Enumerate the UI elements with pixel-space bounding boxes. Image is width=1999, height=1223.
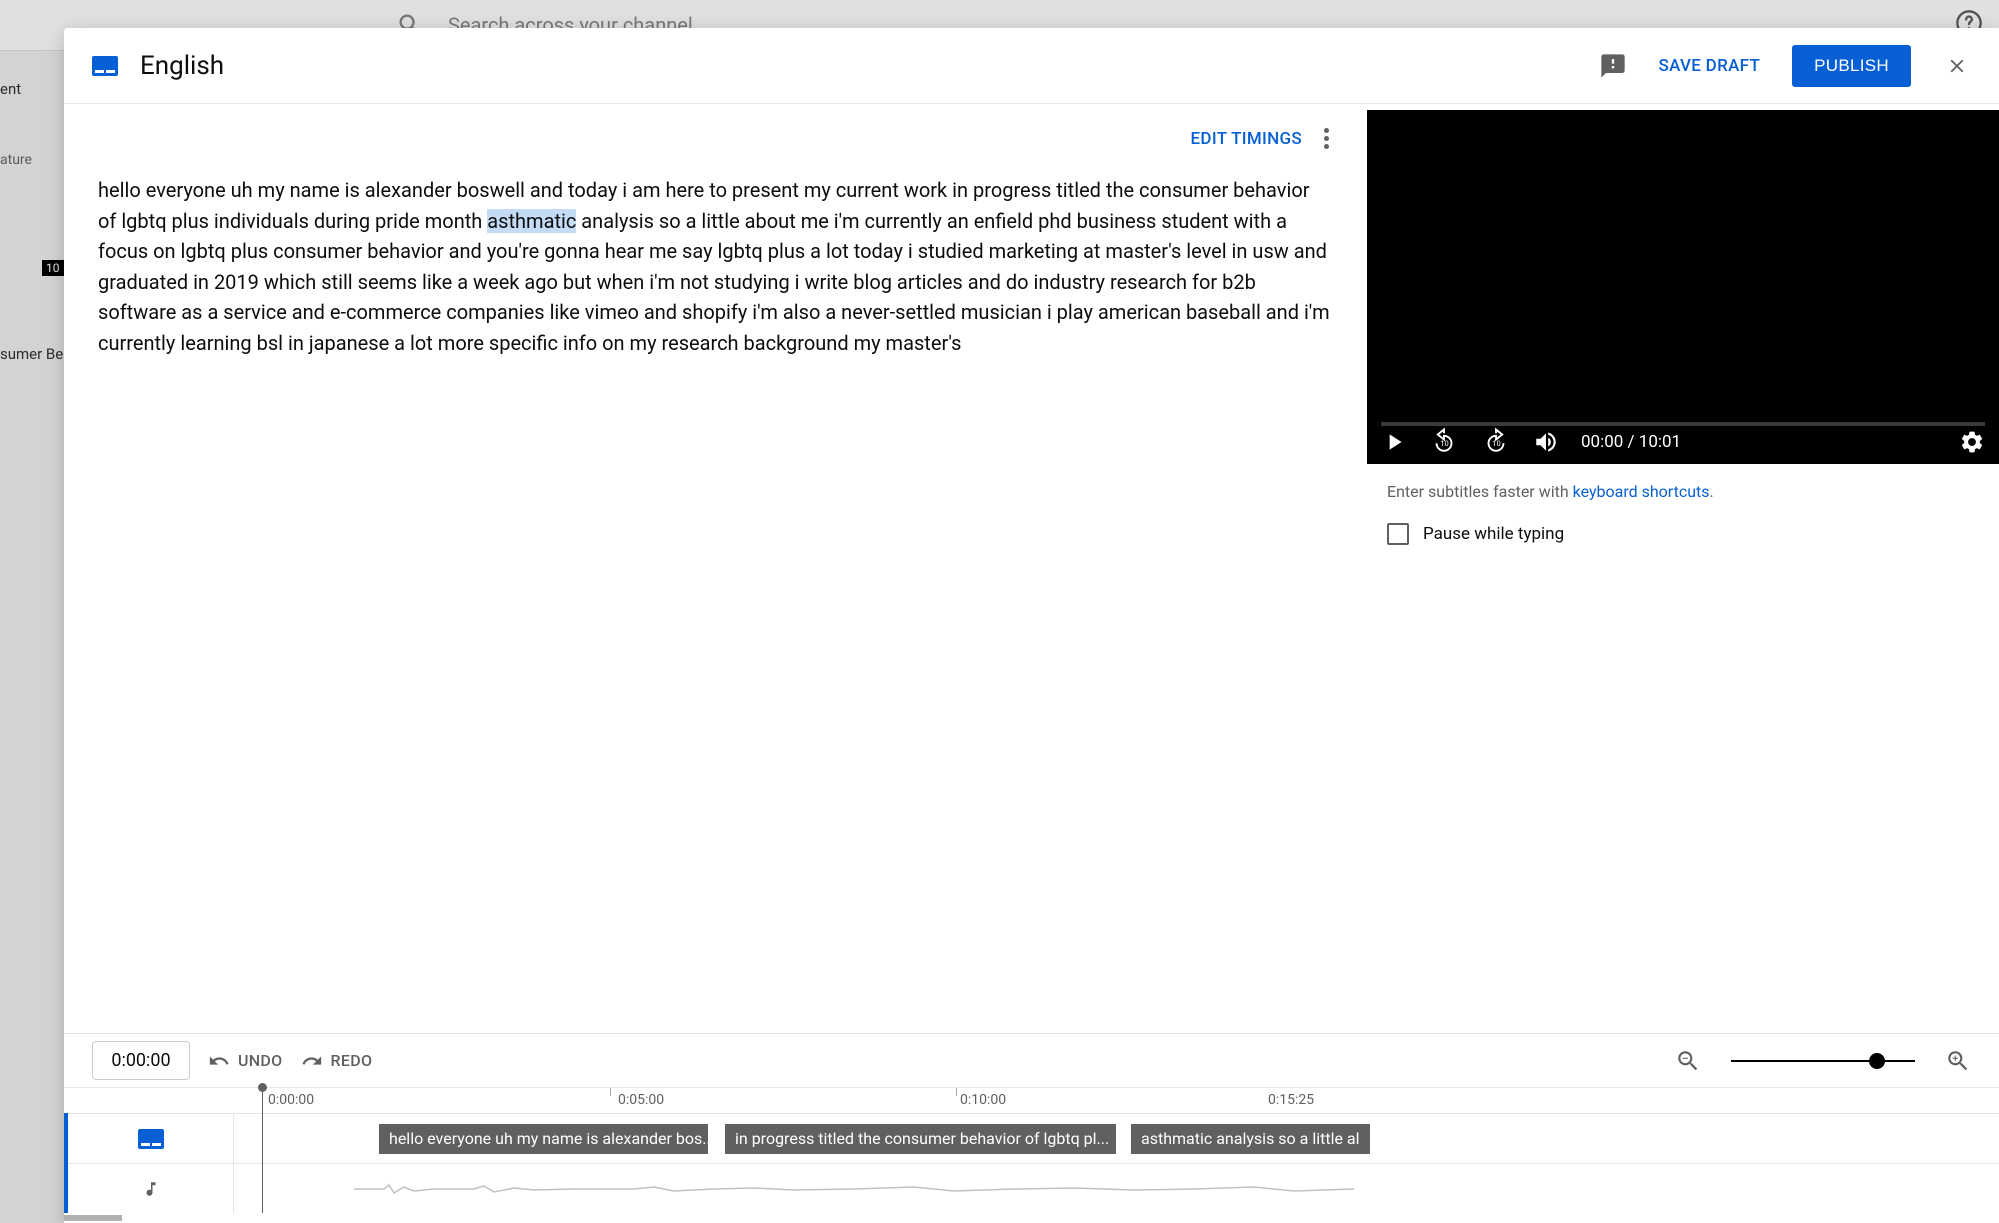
modal-body: EDIT TIMINGS hello everyone uh my name i… bbox=[64, 104, 1999, 1033]
redo-button[interactable]: REDO bbox=[301, 1050, 373, 1072]
preview-column: 10 10 00:00 / 10:01 Enter subtitles fast… bbox=[1365, 104, 1999, 1033]
publish-button[interactable]: PUBLISH bbox=[1792, 45, 1911, 87]
volume-icon[interactable] bbox=[1533, 429, 1559, 455]
editor-toolbar: EDIT TIMINGS bbox=[64, 104, 1365, 165]
subtitle-editor-modal: English SAVE DRAFT PUBLISH EDIT TIMINGS … bbox=[64, 28, 1999, 1223]
pause-while-typing-row: Pause while typing bbox=[1365, 511, 1999, 557]
ruler-mark: 0:05:00 bbox=[618, 1092, 664, 1108]
timeline-area: 0:00:00 0:05:00 0:10:00 0:15:25 hello ev… bbox=[64, 1087, 1999, 1213]
video-controls: 10 10 00:00 / 10:01 bbox=[1367, 420, 1999, 464]
modal-header: English SAVE DRAFT PUBLISH bbox=[64, 28, 1999, 104]
zoom-in-icon[interactable] bbox=[1945, 1048, 1971, 1074]
audio-track-icon-cell[interactable] bbox=[68, 1163, 233, 1213]
zoom-slider[interactable] bbox=[1731, 1060, 1915, 1062]
caption-clip[interactable]: hello everyone uh my name is alexander b… bbox=[378, 1124, 708, 1154]
ruler-mark: 0:10:00 bbox=[960, 1092, 1006, 1108]
redo-icon bbox=[301, 1050, 323, 1072]
timeline-scrollbar[interactable] bbox=[64, 1213, 1999, 1223]
keyboard-hint: Enter subtitles faster with keyboard sho… bbox=[1365, 464, 1999, 511]
video-player[interactable]: 10 10 00:00 / 10:01 bbox=[1367, 110, 1999, 464]
pause-checkbox[interactable] bbox=[1387, 523, 1409, 545]
ruler-mark: 0:00:00 bbox=[268, 1092, 314, 1108]
svg-text:10: 10 bbox=[1492, 439, 1500, 448]
play-icon[interactable] bbox=[1381, 429, 1407, 455]
svg-text:10: 10 bbox=[1440, 439, 1448, 448]
modal-title: English bbox=[140, 51, 224, 81]
timeline-tracks: hello everyone uh my name is alexander b… bbox=[64, 1113, 1999, 1213]
close-button[interactable] bbox=[1943, 52, 1971, 80]
audio-track[interactable] bbox=[234, 1163, 1999, 1213]
timeline-toolbar: UNDO REDO bbox=[64, 1033, 1999, 1087]
playhead[interactable] bbox=[262, 1087, 263, 1213]
replay-10-icon[interactable]: 10 bbox=[1429, 427, 1459, 457]
caption-track[interactable]: hello everyone uh my name is alexander b… bbox=[234, 1113, 1999, 1163]
track-content: hello everyone uh my name is alexander b… bbox=[234, 1113, 1999, 1213]
audio-waveform bbox=[354, 1182, 1354, 1196]
zoom-out-icon[interactable] bbox=[1675, 1048, 1701, 1074]
caption-icon bbox=[92, 56, 118, 76]
scroll-thumb[interactable] bbox=[64, 1215, 122, 1221]
transcript-text[interactable]: hello everyone uh my name is alexander b… bbox=[98, 175, 1331, 358]
close-icon bbox=[1946, 55, 1968, 77]
caption-track-icon-cell[interactable] bbox=[68, 1113, 233, 1163]
zoom-handle[interactable] bbox=[1869, 1053, 1885, 1069]
transcript-highlight: asthmatic bbox=[487, 209, 576, 233]
ruler-mark: 0:15:25 bbox=[1268, 1092, 1314, 1108]
editor-column: EDIT TIMINGS hello everyone uh my name i… bbox=[64, 104, 1365, 1033]
keyboard-shortcuts-link[interactable]: keyboard shortcuts bbox=[1573, 482, 1710, 501]
music-note-icon bbox=[142, 1178, 160, 1200]
track-icons-column bbox=[64, 1113, 234, 1213]
time-input[interactable] bbox=[92, 1041, 190, 1080]
caption-clip[interactable]: in progress titled the consumer behavior… bbox=[724, 1124, 1116, 1154]
undo-icon bbox=[208, 1050, 230, 1072]
playhead-dot bbox=[258, 1083, 267, 1092]
undo-button[interactable]: UNDO bbox=[208, 1050, 283, 1072]
forward-10-icon[interactable]: 10 bbox=[1481, 427, 1511, 457]
save-draft-button[interactable]: SAVE DRAFT bbox=[1649, 48, 1771, 84]
caption-track-icon bbox=[138, 1129, 164, 1149]
settings-icon[interactable] bbox=[1959, 429, 1985, 455]
video-time: 00:00 / 10:01 bbox=[1581, 432, 1681, 452]
transcript-scroll[interactable]: hello everyone uh my name is alexander b… bbox=[64, 165, 1365, 1033]
pause-label: Pause while typing bbox=[1423, 524, 1564, 544]
feedback-icon[interactable] bbox=[1599, 52, 1627, 80]
timeline-ruler[interactable]: 0:00:00 0:05:00 0:10:00 0:15:25 bbox=[64, 1087, 1999, 1113]
edit-timings-button[interactable]: EDIT TIMINGS bbox=[1191, 129, 1302, 149]
more-menu-button[interactable] bbox=[1320, 124, 1333, 153]
caption-clip[interactable]: asthmatic analysis so a little al bbox=[1130, 1124, 1370, 1154]
